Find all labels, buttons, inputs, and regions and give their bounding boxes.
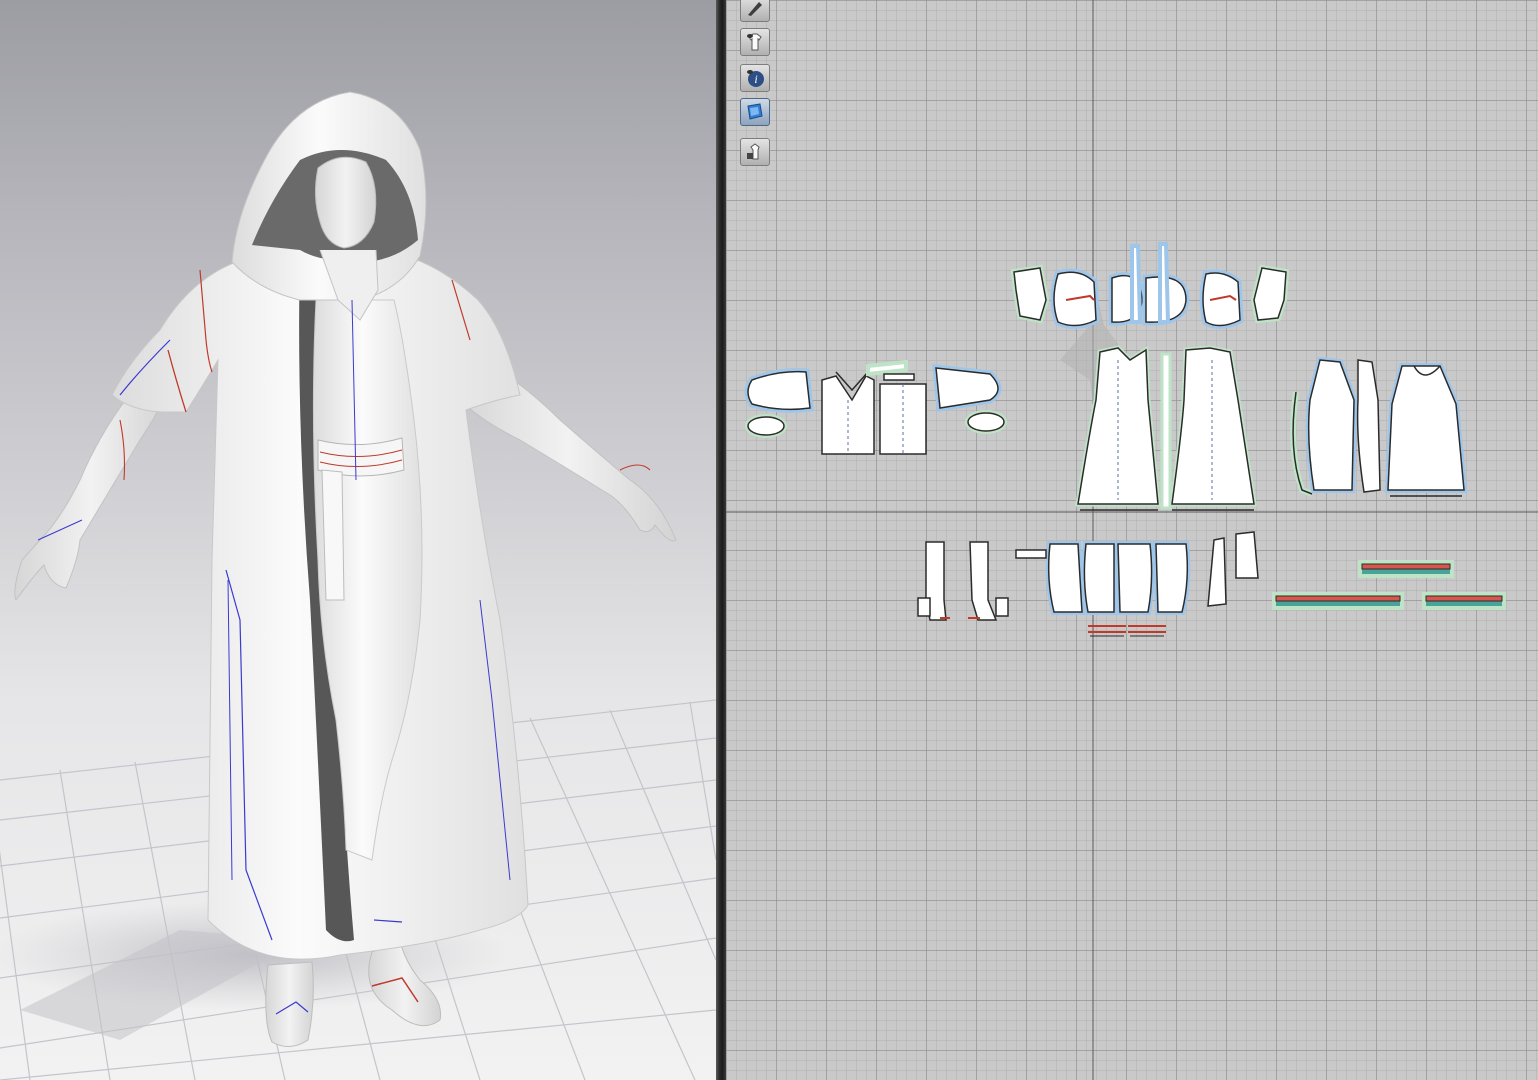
robe-front-pieces[interactable] xyxy=(1075,345,1257,511)
belt-strips[interactable] xyxy=(1272,560,1506,610)
edit-pen-button[interactable] xyxy=(740,0,770,22)
info-icon: i xyxy=(747,70,764,87)
lock-garment-icon xyxy=(747,143,760,160)
viewport-3d-scene xyxy=(0,91,716,1080)
show-garment-icon xyxy=(747,33,762,51)
sleeve-pieces[interactable] xyxy=(744,364,1007,438)
show-info-button[interactable]: i xyxy=(740,64,770,92)
lock-garment-button[interactable] xyxy=(740,138,770,166)
shirt-pieces[interactable] xyxy=(821,359,927,455)
svg-text:i: i xyxy=(754,72,757,86)
pattern-canvas xyxy=(726,0,1538,1080)
show-garment-button[interactable] xyxy=(740,28,770,56)
viewport-splitter[interactable] xyxy=(716,0,726,1080)
pattern-window-2d[interactable] xyxy=(726,0,1538,1080)
viewport-3d[interactable] xyxy=(0,0,716,1080)
texture-icon xyxy=(747,103,763,120)
sock-pieces[interactable] xyxy=(917,541,1009,621)
show-texture-button[interactable] xyxy=(740,98,770,126)
small-pieces[interactable] xyxy=(1207,531,1259,607)
hood-pieces[interactable] xyxy=(1010,242,1290,329)
pattern-window-toolbar: i xyxy=(738,0,774,170)
edit-pen-icon xyxy=(748,2,762,16)
robe-back-pieces[interactable] xyxy=(1290,356,1468,497)
pants-pieces[interactable] xyxy=(1015,541,1191,637)
